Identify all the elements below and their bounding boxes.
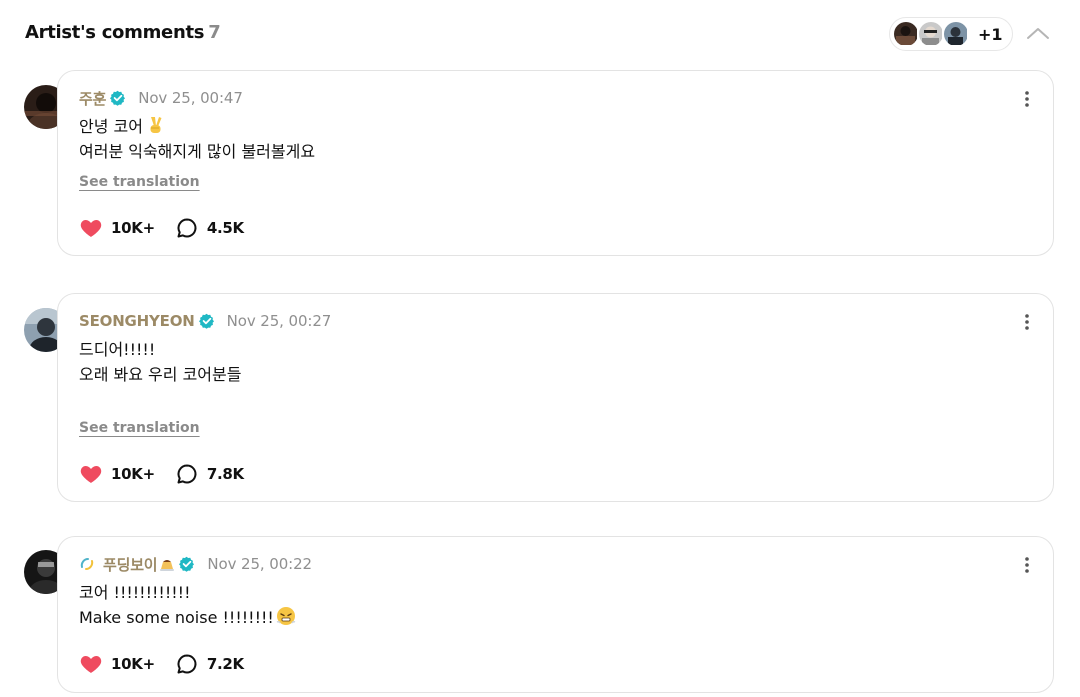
more-artists-count: +1	[978, 25, 1003, 44]
reply-count: 7.8K	[206, 465, 244, 483]
verified-badge-icon	[179, 556, 195, 572]
see-translation-link[interactable]: See translation	[79, 420, 200, 436]
heart-icon	[80, 466, 102, 483]
more-options-button[interactable]	[1021, 555, 1033, 575]
reply-count: 4.5K	[206, 219, 244, 237]
mini-avatar-2	[918, 21, 944, 47]
victory-hand-emoji	[150, 117, 162, 133]
like-button[interactable]: 10K+	[79, 652, 155, 676]
like-count: 10K+	[111, 465, 155, 483]
reply-button[interactable]: 7.2K	[175, 652, 244, 676]
comment-line: 드디어!!!!!	[79, 340, 156, 359]
comment-bubble-icon	[177, 654, 197, 674]
comment-body: 드디어!!!!! 오래 봐요 우리 코어분들	[79, 337, 241, 387]
comment-line: 오래 봐요 우리 코어분들	[79, 365, 242, 384]
comment-line: 코어 !!!!!!!!!!!!	[79, 583, 191, 602]
more-vertical-icon	[1025, 557, 1029, 573]
comments-header: Artist's comments 7 +1	[0, 0, 1080, 70]
like-button[interactable]: 10K+	[79, 462, 155, 486]
verified-badge-icon	[110, 90, 126, 106]
section-title: Artist's comments 7	[25, 22, 221, 43]
mini-avatar-1	[893, 21, 919, 47]
comment-item: SEONGHYEON Nov 25, 00:27 드디어!!!!! 오래 봐요 …	[0, 293, 1080, 508]
comment-bubble-icon	[177, 218, 197, 238]
comment-item: 주훈 Nov 25, 00:47 안녕 코어 여러분 익숙해지게 많이 불러볼게…	[0, 70, 1080, 260]
heart-icon	[80, 656, 102, 673]
comment-meta: SEONGHYEON Nov 25, 00:27	[79, 311, 331, 331]
comment-actions: 10K+ 7.2K	[79, 651, 264, 677]
like-count: 10K+	[111, 655, 155, 673]
comment-actions: 10K+ 4.5K	[79, 215, 264, 241]
author-name[interactable]: 주훈	[79, 88, 106, 109]
verified-badge-icon	[198, 313, 214, 329]
more-options-button[interactable]	[1021, 89, 1033, 109]
comment-timestamp: Nov 25, 00:47	[138, 89, 243, 107]
comment-line: 여러분 익숙해지게 많이 불러볼게요	[79, 142, 316, 161]
comment-line: Make some noise !!!!!!!!	[79, 608, 274, 627]
comment-card: 주훈 Nov 25, 00:47 안녕 코어 여러분 익숙해지게 많이 불러볼게…	[57, 70, 1054, 256]
like-count: 10K+	[111, 219, 155, 237]
comment-body: 안녕 코어 여러분 익숙해지게 많이 불러볼게요	[79, 114, 315, 164]
author-name[interactable]: SEONGHYEON	[79, 312, 195, 330]
see-translation-link[interactable]: See translation	[79, 174, 200, 190]
comment-bubble-icon	[177, 464, 197, 484]
artist-avatars-pill[interactable]: +1	[889, 17, 1013, 51]
author-name[interactable]: 푸딩보이	[103, 554, 158, 575]
comment-timestamp: Nov 25, 00:27	[226, 312, 332, 330]
more-vertical-icon	[1025, 314, 1029, 330]
reply-button[interactable]: 4.5K	[175, 216, 244, 240]
reply-count: 7.2K	[206, 655, 244, 673]
steam-face-emoji	[276, 607, 296, 625]
sparkle-emoji	[80, 558, 94, 570]
chevron-up-icon	[1027, 28, 1049, 39]
section-title-text: Artist's comments	[25, 22, 205, 43]
comment-body: 코어 !!!!!!!!!!!! Make some noise !!!!!!!!	[79, 580, 296, 630]
more-options-button[interactable]	[1021, 312, 1033, 332]
heart-icon	[80, 220, 102, 237]
comment-count: 7	[208, 22, 221, 43]
comment-meta: 주훈 Nov 25, 00:47	[79, 88, 243, 108]
reply-button[interactable]: 7.8K	[175, 462, 244, 486]
like-button[interactable]: 10K+	[79, 216, 155, 240]
comment-item: 푸딩보이 Nov 25, 00:22 코어 !!!!!!!!!!!! Make …	[0, 536, 1080, 697]
collapse-button[interactable]	[1024, 22, 1052, 46]
pudding-emoji	[160, 560, 175, 571]
comment-card: 푸딩보이 Nov 25, 00:22 코어 !!!!!!!!!!!! Make …	[57, 536, 1054, 693]
comment-timestamp: Nov 25, 00:22	[207, 555, 312, 573]
comment-card: SEONGHYEON Nov 25, 00:27 드디어!!!!! 오래 봐요 …	[57, 293, 1054, 502]
comment-actions: 10K+ 7.8K	[79, 461, 264, 487]
comment-line: 안녕 코어	[79, 117, 143, 136]
mini-avatar-3	[943, 21, 969, 47]
more-vertical-icon	[1025, 91, 1029, 107]
comment-meta: 푸딩보이 Nov 25, 00:22	[79, 554, 312, 574]
